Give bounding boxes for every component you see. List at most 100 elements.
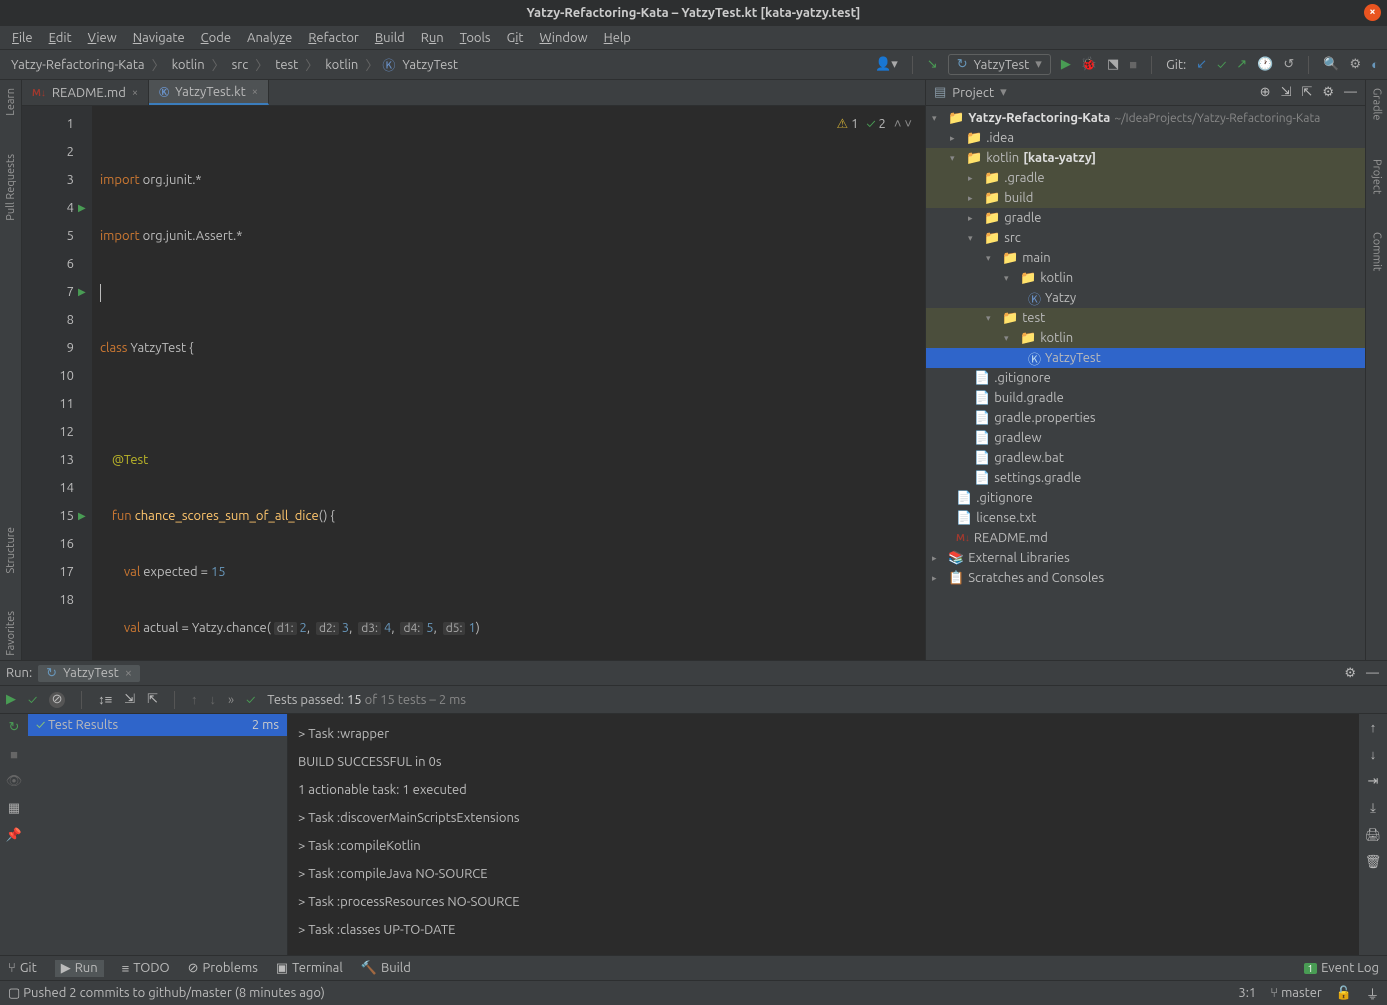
git-history-icon[interactable]: 🕐: [1257, 57, 1273, 72]
statusbar: ▢ Pushed 2 commits to github/master (8 m…: [0, 980, 1387, 1005]
run-settings-icon[interactable]: ⚙: [1344, 666, 1356, 681]
crumb[interactable]: kotlin: [169, 57, 208, 73]
collapse-icon[interactable]: ⇱: [147, 692, 158, 707]
bottom-eventlog[interactable]: 1 Event Log: [1304, 961, 1379, 975]
tool-favorites[interactable]: Favorites: [5, 607, 17, 660]
debug-button[interactable]: 🐞: [1081, 57, 1097, 72]
expand-all-icon[interactable]: ⇲: [1281, 85, 1292, 100]
git-rollback-icon[interactable]: ↺: [1283, 57, 1294, 72]
code-editor[interactable]: 123 4▶ 56 7▶ 891011121314 15▶ 161718 ⚠ 1…: [22, 106, 925, 660]
run-config-combo[interactable]: ↻ YatzyTest ▾: [948, 54, 1051, 75]
tool-learn[interactable]: Learn: [5, 84, 17, 120]
bottom-git[interactable]: ⑂ Git: [8, 961, 37, 975]
rerun-failed-icon[interactable]: ↻: [9, 720, 20, 735]
close-icon[interactable]: ×: [1364, 4, 1381, 21]
scroll-icon[interactable]: ⤓: [1370, 801, 1376, 816]
indent-icon[interactable]: ⏚: [1366, 984, 1379, 1003]
prev-test-icon[interactable]: ↑: [191, 692, 198, 707]
bottom-todo[interactable]: ≡ TODO: [122, 961, 170, 976]
clear-icon[interactable]: 🗑: [1365, 855, 1382, 870]
crumb[interactable]: YatzyTest: [399, 57, 461, 73]
build-hammer-icon[interactable]: ↘: [927, 57, 938, 72]
add-config-icon[interactable]: 👤▾: [875, 57, 898, 72]
bottom-problems[interactable]: ⊘ Problems: [188, 961, 258, 976]
expand-icon[interactable]: ⇲: [124, 692, 135, 707]
close-tab-icon[interactable]: ×: [132, 87, 138, 99]
menu-window[interactable]: Window: [533, 29, 593, 47]
menu-run[interactable]: Run: [415, 29, 450, 47]
bottom-run[interactable]: ▶ Run: [55, 960, 104, 977]
run-hide-icon[interactable]: —: [1366, 666, 1379, 681]
code[interactable]: ⚠ 1 ✓ 2 ˄ ˅ import org.junit.* import or…: [92, 106, 925, 660]
tab-yatzytest[interactable]: Ⓚ YatzyTest.kt ×: [149, 80, 269, 105]
caret-position[interactable]: 3:1: [1238, 986, 1256, 1000]
inspection-status[interactable]: ⚠ 1 ✓ 2 ˄ ˅: [836, 110, 915, 138]
down-icon[interactable]: ↓: [1370, 747, 1377, 762]
pin-icon[interactable]: 📌: [6, 828, 22, 843]
print-icon[interactable]: 🖨: [1365, 828, 1382, 843]
tool-structure[interactable]: Structure: [5, 523, 17, 578]
menu-analyze[interactable]: Analyze: [241, 29, 298, 47]
menu-build[interactable]: Build: [369, 29, 411, 47]
up-icon[interactable]: ↑: [1370, 720, 1377, 735]
run-gutter-icon[interactable]: ▶: [78, 502, 86, 530]
tool-gradle[interactable]: Gradle: [1371, 84, 1383, 125]
crumb[interactable]: Yatzy-Refactoring-Kata: [8, 57, 148, 73]
menu-tools[interactable]: Tools: [454, 29, 497, 47]
show-passed-icon[interactable]: ✓: [28, 693, 37, 707]
select-opened-icon[interactable]: ⊕: [1260, 85, 1271, 100]
bottom-build[interactable]: 🔨 Build: [361, 961, 411, 976]
rerun-icon[interactable]: ▶: [6, 692, 16, 707]
run-gutter-icon[interactable]: ▶: [78, 194, 86, 222]
run-gutter-icon[interactable]: ▶: [78, 278, 86, 306]
tool-commit[interactable]: Commit: [1371, 228, 1383, 275]
show-ignored-icon[interactable]: ⊘: [49, 692, 65, 708]
test-root[interactable]: ✓ Test Results 2 ms: [28, 714, 287, 736]
git-label: Git:: [1166, 58, 1186, 72]
git-commit-icon[interactable]: ✓: [1217, 58, 1226, 72]
softwrap-icon[interactable]: ⇥: [1368, 774, 1379, 789]
menu-help[interactable]: Help: [598, 29, 637, 47]
project-tree[interactable]: ▾📁 Yatzy-Refactoring-Kata ~/IdeaProjects…: [926, 106, 1365, 660]
tab-readme[interactable]: M↓ README.md ×: [22, 80, 149, 105]
menu-navigate[interactable]: Navigate: [127, 29, 191, 47]
stop-button[interactable]: ■: [1129, 57, 1137, 72]
ide-icon[interactable]: ◐: [1371, 57, 1379, 72]
git-branch[interactable]: ⑂ master: [1270, 986, 1322, 1000]
panel-title[interactable]: Project: [952, 86, 994, 100]
menu-code[interactable]: Code: [195, 29, 237, 47]
crumb[interactable]: test: [272, 57, 301, 73]
toolbar: Yatzy-Refactoring-Kata〉 kotlin〉 src〉 tes…: [0, 50, 1387, 80]
console-output[interactable]: > Task :wrapper BUILD SUCCESSFUL in 0s 1…: [288, 714, 1359, 955]
crumb[interactable]: kotlin: [322, 57, 361, 73]
menu-file[interactable]: File: [6, 29, 39, 47]
test-status: Tests passed: 15 of 15 tests – 2 ms: [267, 693, 466, 707]
crumb[interactable]: src: [229, 57, 252, 73]
panel-settings-icon[interactable]: ⚙: [1322, 85, 1334, 100]
show-icon[interactable]: 👁: [6, 774, 23, 789]
main: Learn Pull Requests Structure Favorites …: [0, 80, 1387, 660]
next-test-icon[interactable]: ↓: [210, 692, 217, 707]
coverage-button[interactable]: ⬔: [1107, 57, 1119, 72]
bottom-terminal[interactable]: ▣ Terminal: [276, 961, 343, 976]
search-icon[interactable]: 🔍: [1323, 57, 1339, 72]
settings-icon[interactable]: ⚙: [1349, 57, 1361, 72]
close-tab-icon[interactable]: ×: [252, 86, 258, 98]
menu-git[interactable]: Git: [501, 29, 530, 47]
menu-view[interactable]: View: [82, 29, 123, 47]
run-button[interactable]: ▶: [1061, 57, 1071, 72]
collapse-all-icon[interactable]: ⇱: [1301, 85, 1312, 100]
menu-refactor[interactable]: Refactor: [302, 29, 365, 47]
tool-pullrequests[interactable]: Pull Requests: [5, 150, 17, 225]
layout-icon[interactable]: ▦: [8, 801, 20, 816]
tool-project[interactable]: Project: [1371, 155, 1383, 198]
git-push-icon[interactable]: ↗: [1236, 57, 1247, 72]
run-tab[interactable]: ↻YatzyTest×: [38, 665, 140, 682]
test-tree[interactable]: ✓ Test Results 2 ms: [28, 714, 288, 955]
toggle-autotest-icon[interactable]: ■: [10, 747, 18, 762]
hide-panel-icon[interactable]: —: [1344, 85, 1357, 100]
lock-icon[interactable]: 🔓: [1336, 986, 1352, 1001]
sort-icon[interactable]: ↕≡: [98, 692, 112, 707]
menu-edit[interactable]: Edit: [43, 29, 78, 47]
git-update-icon[interactable]: ↙: [1196, 57, 1207, 72]
